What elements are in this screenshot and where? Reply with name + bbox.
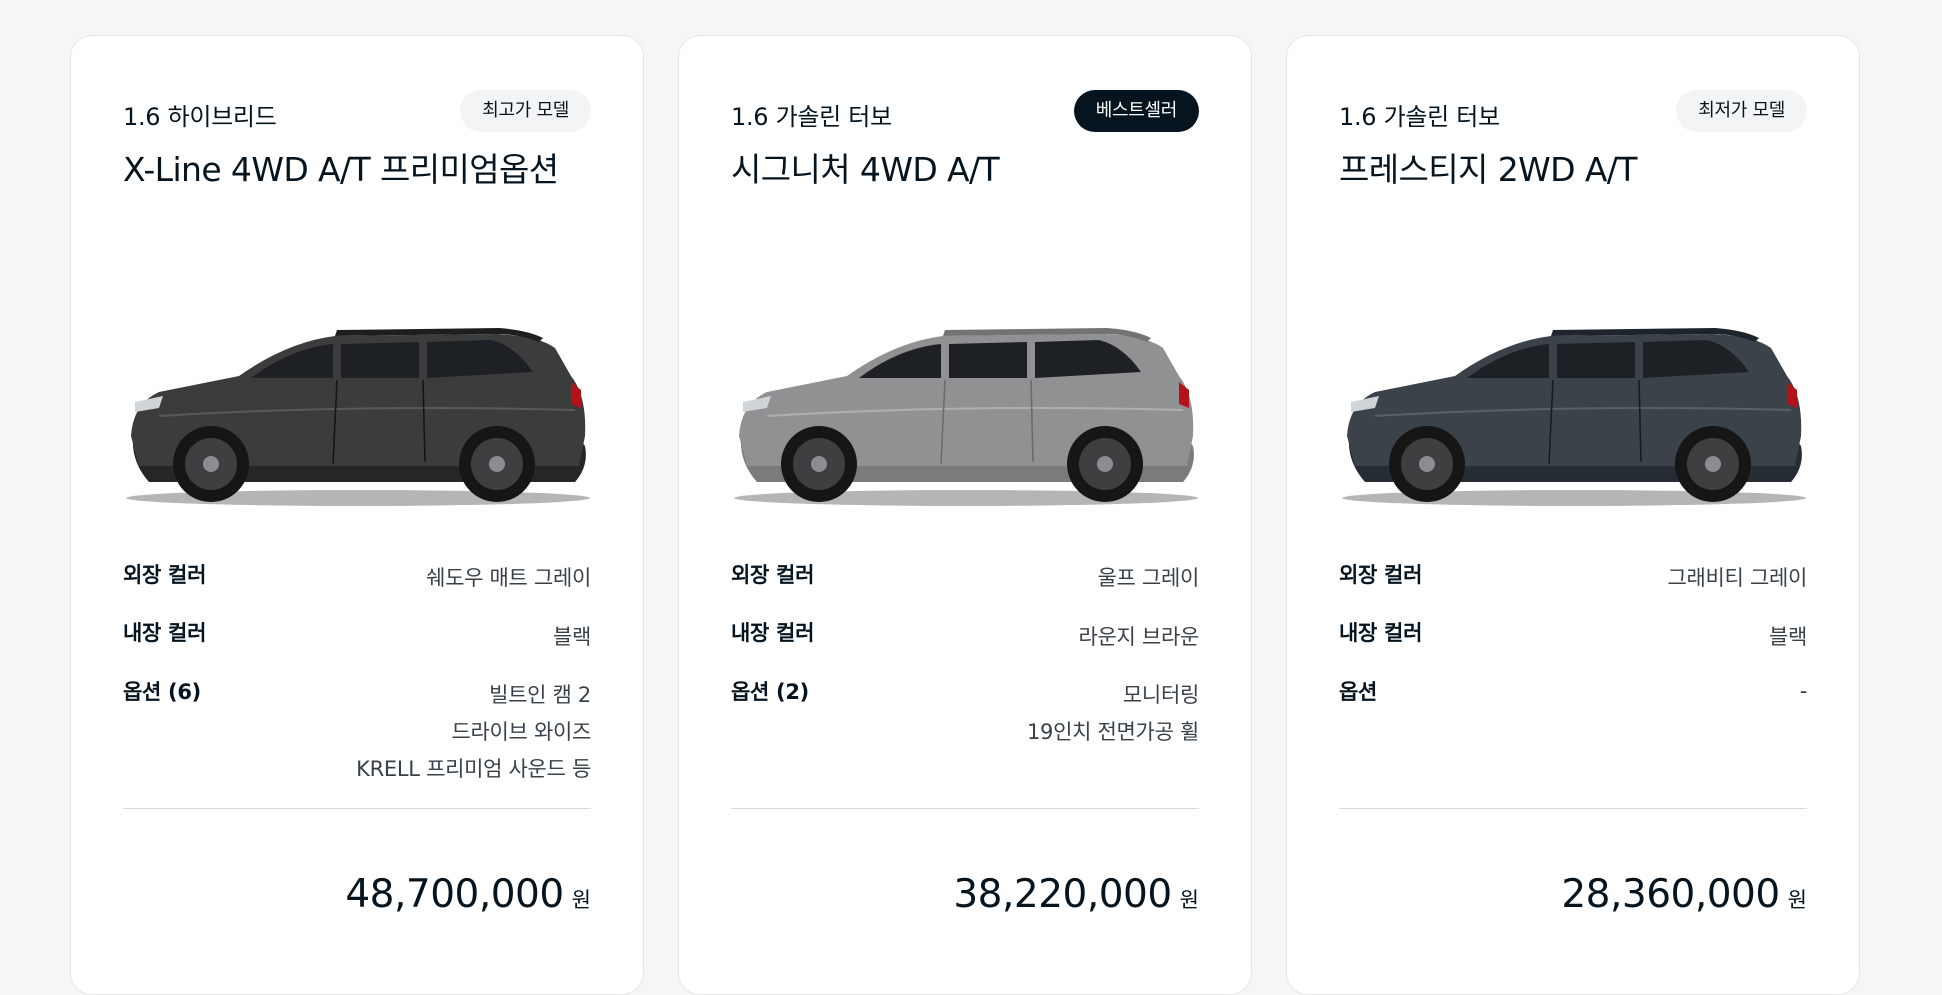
price: 38,220,000 원 [953,872,1199,917]
option-item: 드라이브 와이즈 [451,720,591,744]
interior-color-value: 블랙 [1768,625,1807,649]
car-illustration [126,328,590,506]
car-image [727,286,1205,526]
interior-color-label: 내장 컬러 [731,621,815,645]
exterior-color-value: 울프 그레이 [1097,566,1200,590]
exterior-color-label: 외장 컬러 [123,563,207,587]
car-window-middle [1557,342,1635,378]
options-label: 옵션 [1339,680,1378,704]
interior-color-label: 내장 컬러 [1339,621,1423,645]
car-image [119,286,597,526]
exterior-color-label: 외장 컬러 [731,563,815,587]
car-image [1335,286,1813,526]
price-amount: 28,360,000 [1561,872,1780,917]
interior-color-value: 블랙 [552,625,591,649]
car-window-middle [949,342,1027,378]
option-item: KRELL 프리미엄 사운드 등 [356,757,591,781]
price: 28,360,000 원 [1561,872,1807,917]
model-comparison: 1.6 하이브리드 최고가 모델 X-Line 4WD A/T 프리미엄옵션 외… [0,0,1942,995]
car-hub [203,456,219,472]
divider [123,808,591,809]
options-label: 옵션 (2) [731,680,809,704]
car-illustration [1342,328,1806,506]
exterior-color-label: 외장 컬러 [1339,563,1423,587]
model-card[interactable]: 1.6 가솔린 터보 베스트셀러 시그니처 4WD A/T 외장 컬러 울프 그… [678,35,1252,995]
option-item: 모니터링 [1122,683,1199,707]
car-illustration [734,328,1198,506]
exterior-color-value: 쉐도우 매트 그레이 [426,566,591,590]
interior-color-value: 라운지 브라운 [1078,625,1200,649]
price-unit: 원 [1787,888,1807,912]
trim-name: X-Line 4WD A/T 프리미엄옵션 [123,150,559,189]
status-badge: 최저가 모델 [1676,90,1807,132]
car-window-middle [341,342,419,378]
option-item: 19인치 전면가공 휠 [1026,720,1199,744]
price-amount: 48,700,000 [345,872,564,917]
car-hub [811,456,827,472]
options-label: 옵션 (6) [123,680,201,704]
price: 48,700,000 원 [345,872,591,917]
car-hub [1419,456,1435,472]
trim-name: 프레스티지 2WD A/T [1339,150,1637,189]
price-amount: 38,220,000 [953,872,1172,917]
model-card[interactable]: 1.6 가솔린 터보 최저가 모델 프레스티지 2WD A/T 외장 컬러 그래… [1286,35,1860,995]
divider [1339,808,1807,809]
price-unit: 원 [1179,888,1199,912]
engine-type: 1.6 가솔린 터보 [731,103,892,131]
status-badge: 최고가 모델 [460,90,591,132]
bestseller-badge: 베스트셀러 [1073,90,1199,132]
car-hub [489,456,505,472]
engine-type: 1.6 하이브리드 [123,103,277,131]
option-item: 빌트인 캠 2 [489,683,591,707]
trim-name: 시그니처 4WD A/T [731,150,1000,189]
price-unit: 원 [571,888,591,912]
exterior-color-value: 그래비티 그레이 [1667,566,1807,590]
model-card[interactable]: 1.6 하이브리드 최고가 모델 X-Line 4WD A/T 프리미엄옵션 외… [70,35,644,995]
divider [731,808,1199,809]
car-hub [1097,456,1113,472]
engine-type: 1.6 가솔린 터보 [1339,103,1500,131]
option-item: - [1799,679,1808,703]
interior-color-label: 내장 컬러 [123,621,207,645]
car-hub [1705,456,1721,472]
